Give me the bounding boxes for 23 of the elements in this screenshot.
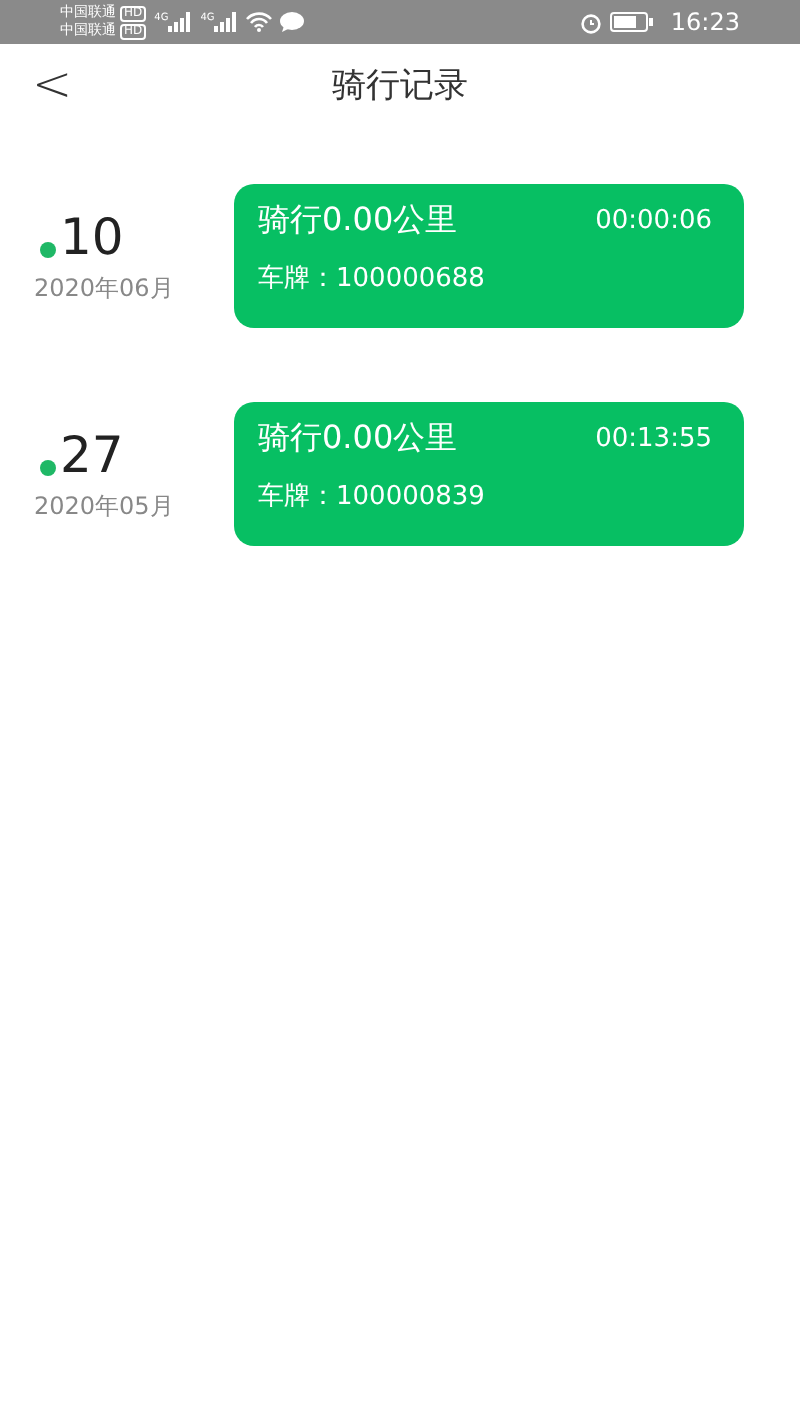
timeline-dot: [40, 241, 56, 257]
battery-icon: [610, 12, 655, 32]
month-label: 2020年05月: [34, 489, 176, 523]
ride-card[interactable]: 骑行0.00公里 00:13:55 车牌：100000839: [234, 402, 744, 546]
alarm-clock-icon: [580, 11, 603, 33]
signal-icon: [168, 12, 193, 32]
ride-duration: 00:13:55: [595, 424, 712, 454]
month-label: 2020年06月: [34, 271, 176, 305]
plate-number: 车牌：100000688: [258, 262, 487, 296]
signal-icon: [214, 12, 239, 32]
clock-time: 16:23: [670, 8, 740, 36]
timeline-dot: [40, 459, 56, 475]
day-number: 10: [60, 207, 124, 267]
ride-card[interactable]: 骑行0.00公里 00:00:06 车牌：100000688: [234, 184, 744, 328]
day-number: 27: [60, 425, 124, 485]
chat-bubble-icon: [280, 12, 305, 32]
wifi-icon: [246, 12, 273, 32]
ride-distance: 骑行0.00公里: [258, 418, 458, 460]
ride-distance: 骑行0.00公里: [258, 200, 458, 242]
back-button[interactable]: <: [24, 56, 81, 112]
plate-number: 车牌：100000839: [258, 480, 487, 514]
ride-duration: 00:00:06: [595, 206, 712, 236]
page-title: 骑行记录: [332, 63, 468, 107]
